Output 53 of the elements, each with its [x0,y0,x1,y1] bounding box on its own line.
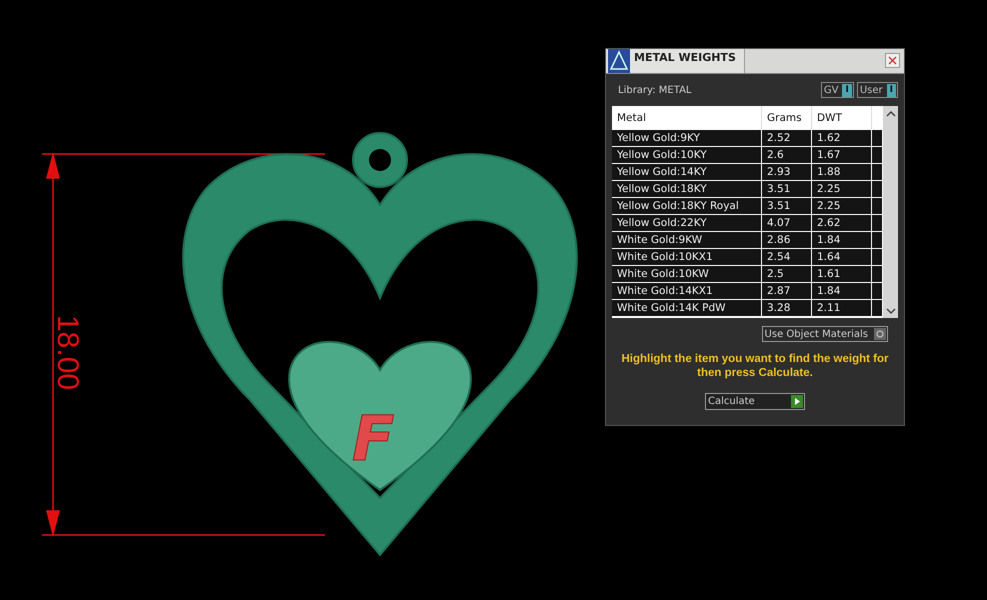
table-cell[interactable]: 2.62 [812,215,872,231]
table-cell[interactable]: White Gold:10KX1 [612,249,762,265]
scrollbar[interactable] [883,106,898,318]
table-cell[interactable]: 2.87 [762,283,812,299]
table-cell[interactable]: Yellow Gold:22KY [612,215,762,231]
table-cell[interactable]: 1.88 [812,164,872,180]
library-label: Library: METAL [617,84,692,96]
table-cell[interactable]: 4.07 [762,215,812,231]
table-cell[interactable]: 2.6 [762,147,812,163]
table-cell[interactable]: 2.25 [812,198,872,214]
instruction-text: Highlight the item you want to find the weight for then press Calculate. [620,352,890,380]
table-cell[interactable]: White Gold:10KW [612,266,762,282]
pyramid-logo-icon [608,49,630,73]
toggle-button[interactable]: GV I [820,82,854,98]
table-cell[interactable]: 1.84 [812,283,872,299]
column-header[interactable]: DWT [812,106,872,129]
circle-icon[interactable] [874,328,886,340]
table-cell[interactable]: White Gold:14K PdW [612,300,762,316]
close-button[interactable] [885,53,900,68]
model-letter: F [352,402,394,475]
table-cell[interactable]: 2.52 [762,130,812,146]
table-cell[interactable]: Yellow Gold:10KY [612,147,762,163]
chevron-up-icon[interactable] [886,110,896,118]
table-cell[interactable]: Yellow Gold:18KY [612,181,762,197]
play-icon[interactable] [791,395,803,408]
panel-title: METAL WEIGHTS [634,50,736,64]
dimension-label: 18.00 [51,315,84,390]
table-cell[interactable]: Yellow Gold:14KY [612,164,762,180]
table-cell[interactable]: 1.62 [812,130,872,146]
table-cell[interactable]: 1.84 [812,232,872,248]
toggle-button[interactable]: User I [856,82,898,98]
table-cell[interactable]: 2.11 [812,300,872,316]
table-cell[interactable]: 1.67 [812,147,872,163]
table-cell[interactable]: White Gold:14KX1 [612,283,762,299]
table-cell[interactable]: 2.86 [762,232,812,248]
use-object-materials-button[interactable]: Use Object Materials [762,326,888,342]
close-icon[interactable] [888,56,897,65]
column-header[interactable]: Metal [612,106,762,129]
table-cell[interactable]: 1.61 [812,266,872,282]
table-cell[interactable]: Yellow Gold:9KY [612,130,762,146]
calculate-button[interactable]: Calculate [705,393,805,410]
table-cell[interactable]: 2.93 [762,164,812,180]
table-cell[interactable]: 3.51 [762,181,812,197]
table-cell[interactable]: 2.54 [762,249,812,265]
table-cell[interactable]: 3.51 [762,198,812,214]
column-header[interactable]: Grams [762,106,812,129]
table-cell[interactable]: 2.25 [812,181,872,197]
table-cell[interactable]: 3.28 [762,300,812,316]
table-cell[interactable]: 1.64 [812,249,872,265]
table-cell[interactable]: Yellow Gold:18KY Royal [612,198,762,214]
chevron-down-icon[interactable] [886,307,896,315]
table-cell[interactable]: 2.5 [762,266,812,282]
table-cell[interactable]: White Gold:9KW [612,232,762,248]
